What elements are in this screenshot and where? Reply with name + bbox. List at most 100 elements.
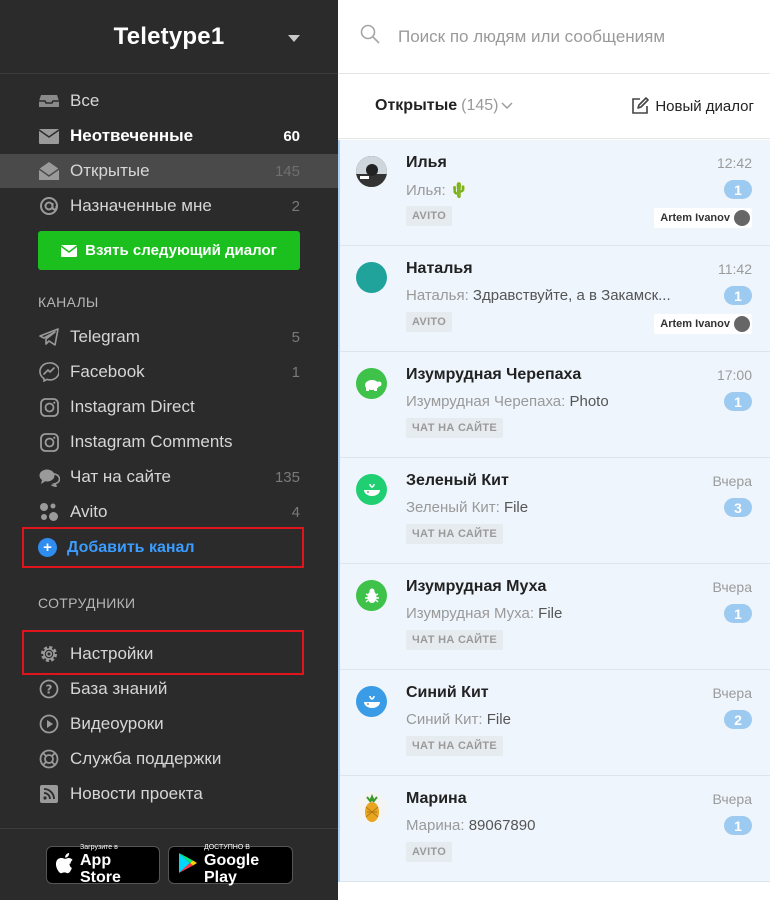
conversation-row[interactable]: Синий Кит Вчера Синий Кит: File 2 ЧАТ НА… — [340, 670, 770, 776]
conversation-row[interactable]: Илья 12:42 Илья: 🌵 1 AVITO Artem Ivanov — [340, 140, 770, 246]
nav-count: 145 — [274, 162, 300, 180]
nav-item-assigned[interactable]: Назначенные мне 2 — [0, 189, 338, 223]
nav-label: Открытые — [70, 161, 150, 180]
whale-icon — [356, 686, 387, 717]
unread-badge: 1 — [724, 816, 752, 835]
assignee-chip[interactable]: Artem Ivanov — [654, 208, 752, 228]
sidebar-divider — [0, 828, 338, 829]
message-time: 11:42 — [718, 261, 752, 277]
take-next-dialog-button[interactable]: Взять следующий диалог — [38, 231, 300, 270]
channel-count: 5 — [291, 328, 300, 346]
nav-count: 60 — [283, 127, 300, 145]
whale-icon — [356, 474, 387, 505]
conversation-row[interactable]: Наталья 11:42 Наталья: Здравствуйте, а в… — [340, 246, 770, 352]
link-label: Служба поддержки — [70, 749, 222, 768]
contact-name: Изумрудная Муха — [406, 578, 547, 595]
channel-item-avito[interactable]: Avito 4 — [0, 495, 338, 529]
preview-sender: Синий Кит: — [406, 711, 483, 728]
staff-heading[interactable]: СОТРУДНИКИ — [38, 595, 135, 611]
channel-item-instagram-direct[interactable]: Instagram Direct — [0, 390, 338, 424]
preview-text: File — [503, 499, 529, 516]
message-time: 12:42 — [716, 155, 752, 171]
google-play-icon — [178, 852, 198, 879]
link-item-support[interactable]: Служба поддержки — [0, 742, 338, 776]
messenger-icon — [38, 361, 60, 383]
google-play-caption: ДОСТУПНО В — [204, 844, 250, 851]
message-time: Вчера — [712, 473, 752, 489]
sidebar: Teletype1 Все Неотвеченные 60 Открытые 1… — [0, 0, 338, 900]
message-preview: Синий Кит: File — [406, 711, 511, 728]
preview-sender: Изумрудная Муха: — [406, 605, 534, 622]
message-preview: Изумрудная Черепаха: Photo — [406, 393, 609, 410]
conversation-row[interactable]: Зеленый Кит Вчера Зеленый Кит: File 3 ЧА… — [340, 458, 770, 564]
add-channel-button[interactable]: + Добавить канал — [22, 527, 304, 568]
channel-label: Avito — [70, 502, 108, 521]
unread-badge: 1 — [724, 286, 752, 305]
conversation-row[interactable]: Изумрудная Муха Вчера Изумрудная Муха: F… — [340, 564, 770, 670]
channel-label: Instagram Direct — [70, 397, 195, 416]
new-dialog-button[interactable]: Новый диалог — [631, 97, 754, 115]
link-label: Новости проекта — [70, 784, 203, 803]
channel-item-telegram[interactable]: Telegram 5 — [0, 320, 338, 354]
status-filter-dropdown[interactable]: Открытые (145) — [375, 97, 513, 115]
filter-count: (145) — [461, 97, 499, 114]
preview-text: Здравствуйте, а в Закамск... — [472, 287, 671, 304]
open-envelope-icon — [38, 160, 60, 182]
channel-tag: AVITO — [406, 842, 453, 862]
preview-text: File — [486, 711, 511, 728]
channel-tag: ЧАТ НА САЙТЕ — [406, 524, 504, 544]
preview-sender: Наталья: — [406, 287, 469, 304]
channel-label: Telegram — [70, 327, 140, 346]
lifebuoy-icon — [38, 748, 60, 770]
assignee-avatar — [734, 316, 750, 332]
google-play-title: Google Play — [204, 852, 260, 886]
link-item-video-lessons[interactable]: Видеоуроки — [0, 707, 338, 741]
bug-icon — [356, 580, 387, 611]
contact-name: Изумрудная Черепаха — [406, 366, 582, 383]
nav-item-unanswered[interactable]: Неотвеченные 60 — [0, 119, 338, 153]
unread-badge: 1 — [724, 392, 752, 411]
link-item-settings[interactable]: Настройки — [0, 637, 338, 671]
plus-icon: + — [38, 538, 57, 557]
message-time: Вчера — [712, 685, 752, 701]
channel-label: Instagram Comments — [70, 432, 233, 451]
question-icon: ? — [38, 678, 60, 700]
rss-icon — [38, 783, 60, 805]
message-preview: Марина: 89067890 — [406, 817, 535, 834]
workspace-switcher[interactable]: Teletype1 — [0, 0, 338, 74]
search-input[interactable] — [398, 26, 738, 47]
at-icon — [38, 195, 60, 217]
unread-badge: 3 — [724, 498, 752, 517]
caret-down-icon[interactable] — [288, 35, 300, 42]
nav-item-open[interactable]: Открытые 145 — [0, 154, 338, 188]
conversation-row[interactable]: Изумрудная Черепаха 17:00 Изумрудная Чер… — [340, 352, 770, 458]
envelope-icon — [38, 125, 60, 147]
chevron-down-icon — [501, 97, 513, 115]
contact-name: Зеленый Кит — [406, 472, 509, 489]
channel-item-facebook[interactable]: Facebook 1 — [0, 355, 338, 389]
search-icon — [360, 24, 380, 49]
channel-tag: ЧАТ НА САЙТЕ — [406, 630, 504, 650]
link-item-knowledge-base[interactable]: ? База знаний — [0, 672, 338, 706]
preview-sender: Изумрудная Черепаха: — [406, 393, 566, 410]
channel-item-site-chat[interactable]: Чат на сайте 135 — [0, 460, 338, 494]
link-item-news[interactable]: Новости проекта — [0, 777, 338, 811]
avito-icon — [38, 501, 60, 523]
assignee-chip[interactable]: Artem Ivanov — [654, 314, 752, 334]
google-play-badge[interactable]: ДОСТУПНО В Google Play — [168, 844, 293, 886]
channel-item-instagram-comments[interactable]: Instagram Comments — [0, 425, 338, 459]
channel-label: Чат на сайте — [70, 467, 171, 486]
preview-text: 🌵 — [449, 182, 469, 199]
link-label: Настройки — [70, 644, 154, 663]
channel-tag: AVITO — [406, 312, 453, 332]
channel-tag: ЧАТ НА САЙТЕ — [406, 736, 504, 756]
workspace-name: Teletype1 — [113, 22, 225, 50]
nav-item-all[interactable]: Все — [0, 84, 338, 118]
channel-label: Facebook — [70, 362, 145, 381]
conversation-row[interactable]: Марина Вчера Марина: 89067890 1 AVITO — [340, 776, 770, 882]
link-label: База знаний — [70, 679, 168, 698]
main-panel: Открытые (145) Новый диалог Илья 12:42 И… — [338, 0, 770, 900]
add-channel-label: Добавить канал — [67, 538, 195, 556]
app-store-badge[interactable]: Загрузите в App Store — [46, 844, 160, 886]
gear-icon — [38, 643, 60, 665]
